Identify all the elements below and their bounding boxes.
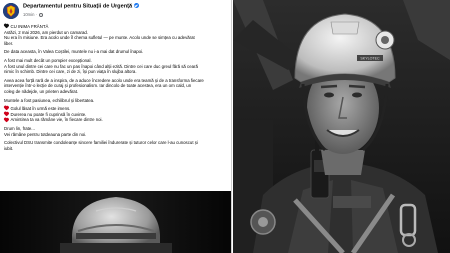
post-text-content: Drum lin, frate...	[4, 125, 35, 131]
page-name-link[interactable]: Departamentul pentru Situații de Urgență	[23, 4, 132, 10]
verified-badge-icon	[134, 3, 140, 8]
post-text: CU INIMA FRÂNTĂ Astăzi, 2 mai 2026, am pi…	[4, 24, 231, 152]
post-text-line: Colectivul DSU transmite condoleanțe sin…	[4, 140, 231, 146]
post-text-content: liber.	[4, 40, 14, 46]
post-text-content: Amintirea ta va rămâne vie, în fiecare d…	[10, 117, 103, 123]
post-text-content: Astăzi, 2 mai 2026, am pierdut un camara…	[4, 29, 89, 35]
broken-heart-icon	[4, 106, 9, 110]
post-text-content: coleg de nădejde, un prieten adevărat.	[4, 88, 79, 94]
page-name[interactable]: Departamentul pentru Situații de Urgență	[23, 3, 140, 10]
post-text-content: Muntele a fost pasiunea, echilibrul și l…	[4, 97, 95, 103]
post-header: Departamentul pentru Situații de Urgență…	[3, 3, 229, 21]
post-text-content: Avea acea forță rară de a inspira, de a …	[4, 77, 204, 83]
post-text-content: Colectivul DSU transmite condoleanțe sin…	[4, 140, 198, 146]
firefighter-portrait-photo[interactable]: SKYLOTEC	[233, 0, 450, 253]
post-text-content: intervenție într-o lecție de curaj și pr…	[4, 83, 192, 89]
black-heart-icon	[4, 24, 9, 28]
post-text-content: Vei rămâne pentru totdeauna parte din no…	[4, 131, 87, 137]
post-text-content: A fost mai mult decât un pompier excepți…	[4, 57, 92, 63]
post-text-content: Durerea nu poate fi cuprinsă în cuvinte.	[10, 111, 87, 117]
post-text-content: nimic în schimb. Dintre cei care, zi de …	[4, 69, 137, 75]
post-text-content: Golul lăsat în urmă este imens.	[10, 106, 71, 112]
helmet-memorial-image	[0, 191, 231, 253]
post-time[interactable]: 10min	[23, 12, 34, 17]
post-text-line: iubit.	[4, 145, 231, 152]
broken-heart-icon	[4, 118, 9, 122]
page-avatar[interactable]	[3, 3, 19, 19]
post-text-content: iubit.	[4, 145, 14, 151]
post-text-content: De data aceasta, în Valea Coștilei, munt…	[4, 49, 144, 55]
broken-heart-icon	[4, 112, 9, 116]
helmet-brand-text: SKYLOTEC	[360, 57, 380, 61]
post-photo[interactable]	[0, 191, 231, 253]
facebook-post: Departamentul pentru Situații de Urgență…	[0, 0, 232, 253]
globe-icon	[39, 12, 44, 17]
post-meta: 10min ·	[23, 12, 44, 17]
post-text-content: A fost unul dintre cei care nu fac un pa…	[4, 63, 198, 69]
dsu-logo-icon	[3, 3, 19, 19]
post-text-content: CU INIMA FRÂNTĂ	[10, 24, 49, 29]
portrait-image: SKYLOTEC	[233, 0, 450, 253]
post-text-content: Nu era în misiune. Era acolo unde îl che…	[4, 35, 195, 41]
